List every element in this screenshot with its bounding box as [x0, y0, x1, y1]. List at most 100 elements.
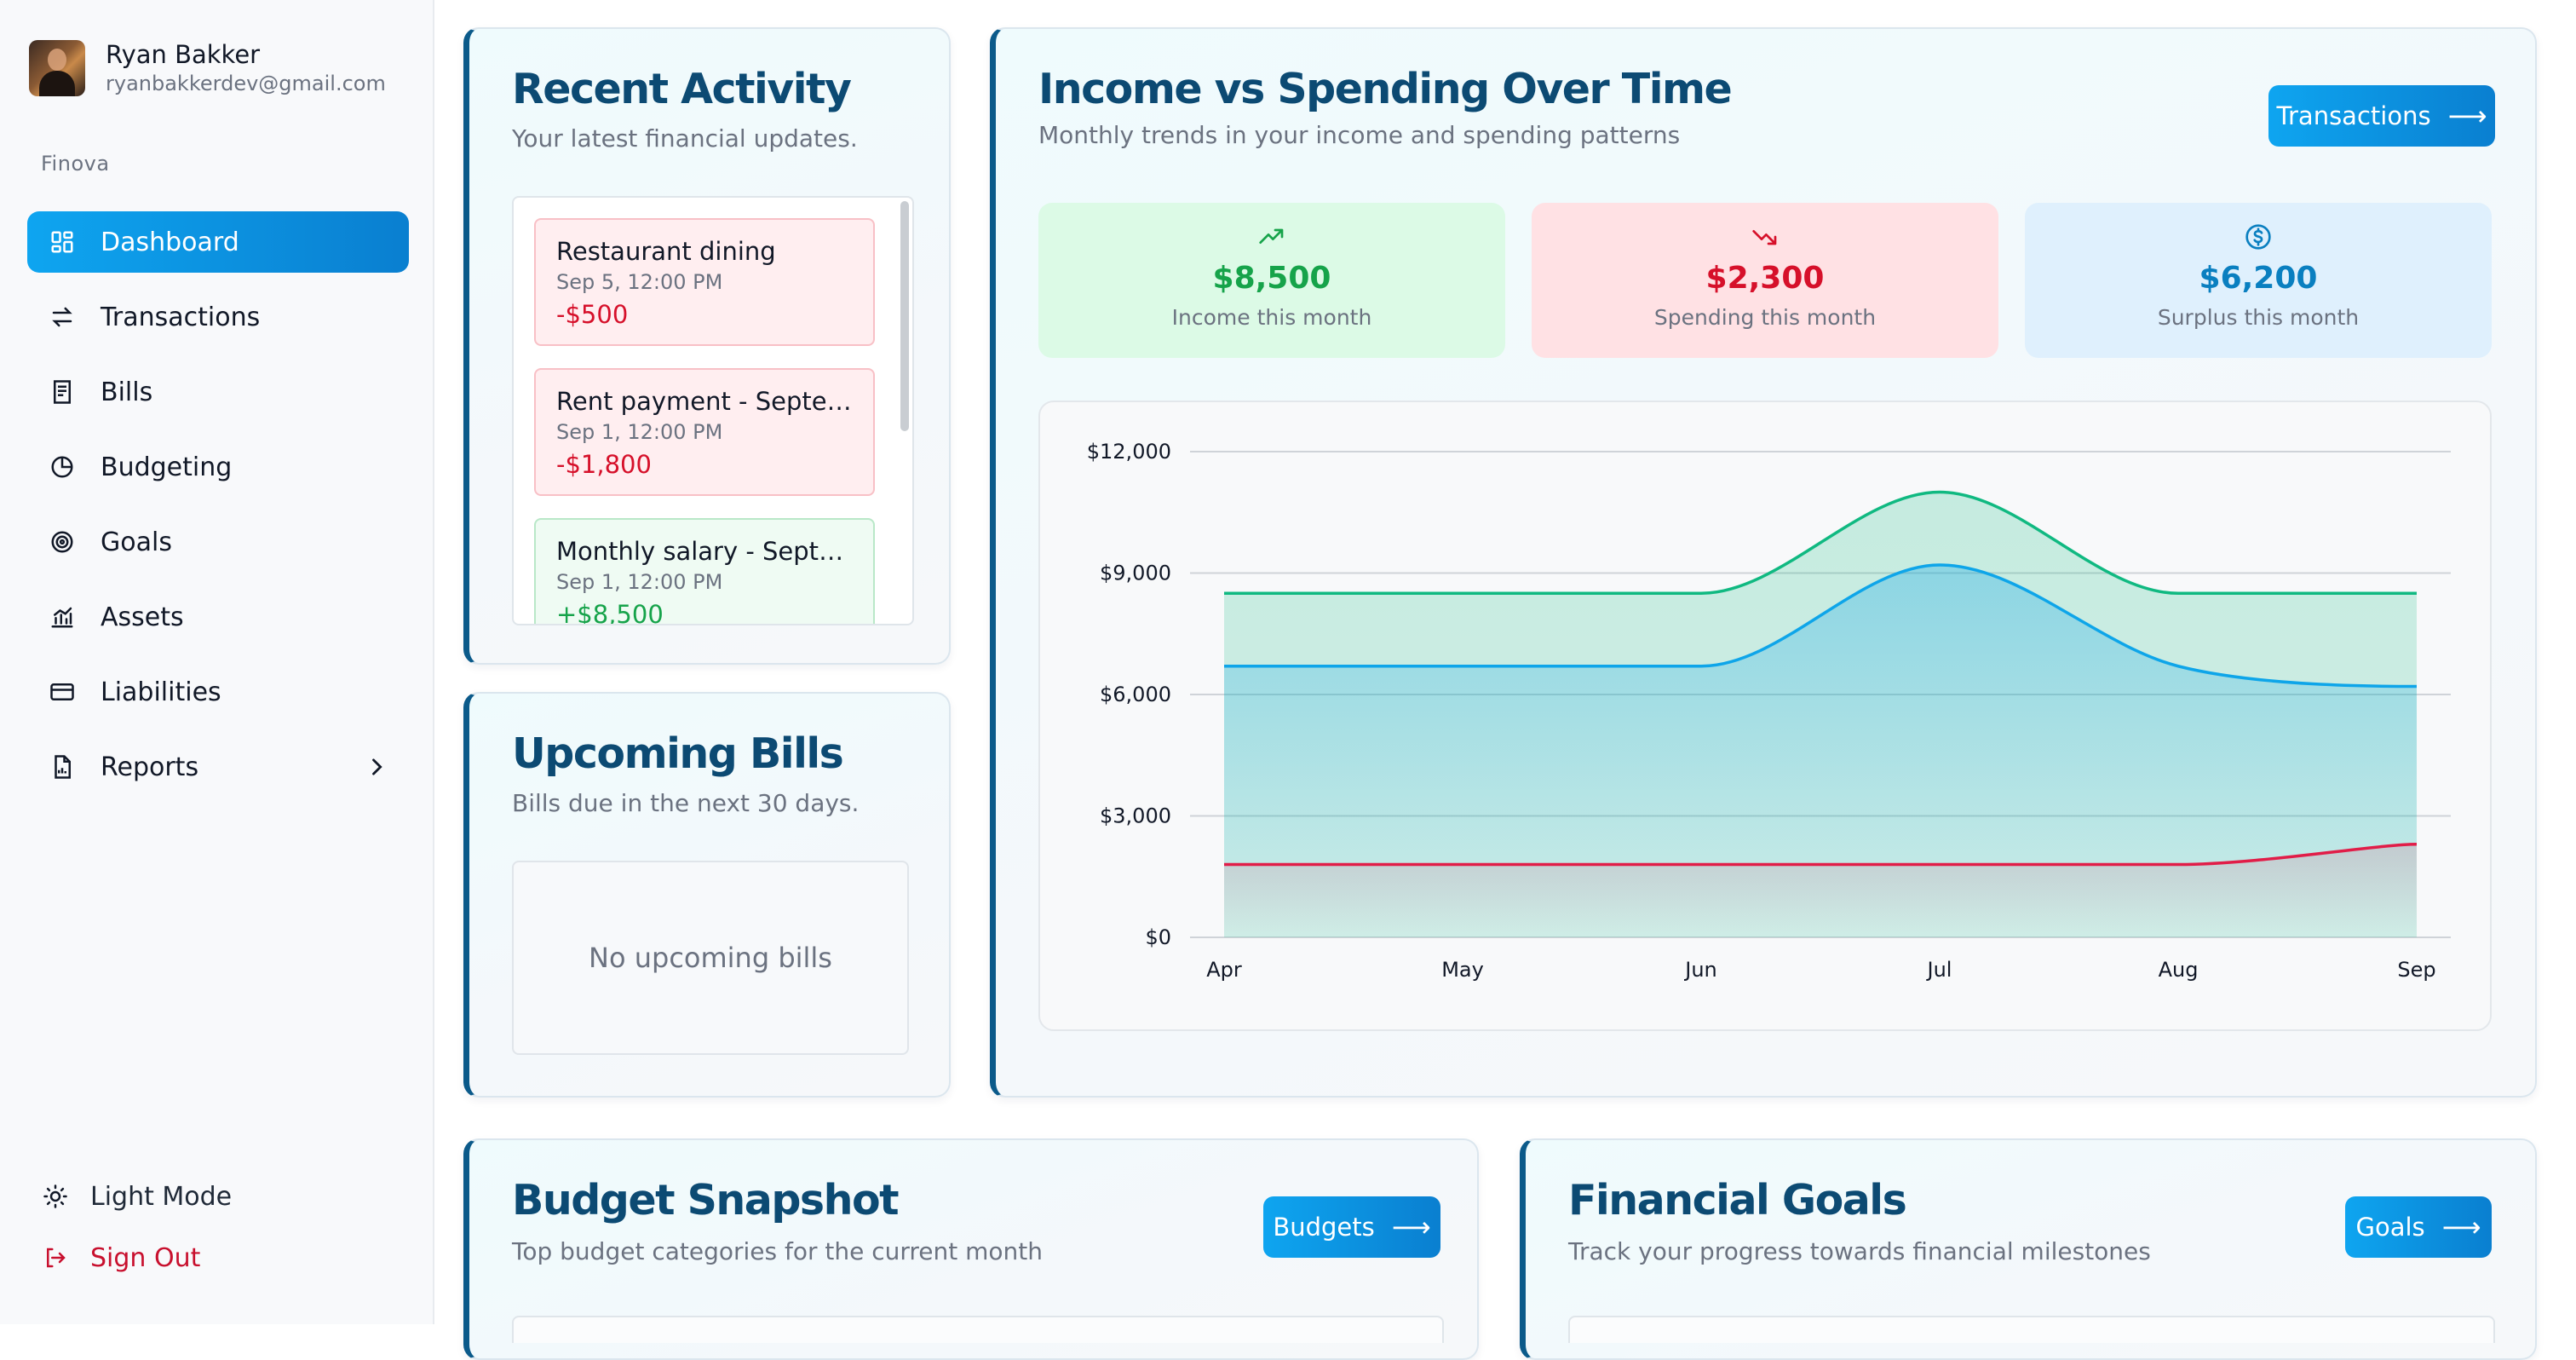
budgets-button-label: Budgets — [1273, 1213, 1375, 1242]
arrow-right-icon: ⟶ — [2447, 100, 2487, 132]
activity-title: Rent payment - Septem... — [556, 387, 853, 416]
sidebar-item-label: Reports — [101, 752, 199, 782]
income-stat: $8,500 Income this month — [1038, 203, 1505, 358]
sidebar-nav: Dashboard Transactions Bills Budgeting G… — [27, 211, 409, 811]
financial-goals-card: Financial Goals Track your progress towa… — [1520, 1138, 2537, 1360]
dollar-circle-icon — [2025, 220, 2492, 254]
sidebar-item-budgeting[interactable]: Budgeting — [27, 436, 409, 498]
activity-list[interactable]: Restaurant dining Sep 5, 12:00 PM -$500 … — [512, 196, 914, 625]
user-profile[interactable]: Ryan Bakker ryanbakkerdev@gmail.com — [29, 39, 386, 97]
x-tick-label: Aug — [2159, 958, 2199, 982]
y-tick-label: $9,000 — [1100, 562, 1171, 585]
recent-activity-title: Recent Activity — [512, 65, 852, 113]
scrollbar[interactable] — [900, 201, 909, 431]
arrow-right-icon: ⟶ — [2441, 1211, 2481, 1243]
x-tick-label: Jun — [1683, 958, 1717, 982]
arrow-right-icon: ⟶ — [1391, 1211, 1431, 1243]
credit-card-icon — [48, 677, 77, 706]
income-spending-title: Income vs Spending Over Time — [1038, 65, 1733, 113]
budget-snapshot-title: Budget Snapshot — [512, 1176, 900, 1225]
sign-out-label: Sign Out — [90, 1242, 201, 1273]
file-chart-icon — [48, 752, 77, 781]
light-mode-label: Light Mode — [90, 1181, 233, 1212]
brand-label: Finova — [41, 152, 110, 176]
sidebar-item-label: Bills — [101, 377, 153, 407]
spending-stat: $2,300 Spending this month — [1532, 203, 1998, 358]
sidebar-item-goals[interactable]: Goals — [27, 511, 409, 573]
x-tick-label: May — [1441, 958, 1484, 982]
trending-down-icon — [1532, 220, 1998, 254]
user-name: Ryan Bakker — [106, 40, 261, 69]
upcoming-bills-title: Upcoming Bills — [512, 729, 844, 778]
sidebar-item-transactions[interactable]: Transactions — [27, 286, 409, 348]
income-value: $8,500 — [1212, 261, 1331, 296]
financial-goals-title: Financial Goals — [1568, 1176, 1907, 1225]
light-mode-toggle[interactable]: Light Mode — [41, 1173, 232, 1220]
x-tick-label: Apr — [1206, 958, 1242, 982]
transactions-button-label: Transactions — [2276, 101, 2431, 130]
x-tick-label: Sep — [2397, 958, 2435, 982]
budget-snapshot-card: Budget Snapshot Top budget categories fo… — [463, 1138, 1479, 1360]
bar-chart-icon — [48, 602, 77, 631]
activity-title: Monthly salary - Septe... — [556, 537, 853, 566]
y-tick-label: $3,000 — [1100, 804, 1171, 828]
surplus-value: $6,200 — [2199, 261, 2318, 296]
chart-svg: $0 $3,000 $6,000 $9,000 $12,000 Apr May Jun Jul A… — [1087, 440, 2451, 982]
grid-icon — [48, 228, 77, 256]
sign-out-icon — [41, 1243, 70, 1272]
sidebar-item-assets[interactable]: Assets — [27, 586, 409, 648]
upcoming-bills-card: Upcoming Bills Bills due in the next 30 … — [463, 692, 951, 1098]
surplus-label: Surplus this month — [2157, 305, 2360, 330]
sidebar-item-label: Dashboard — [101, 227, 239, 257]
budget-snapshot-subtitle: Top budget categories for the current mo… — [512, 1237, 1044, 1265]
goals-list — [1568, 1316, 2495, 1343]
spending-label: Spending this month — [1653, 305, 1877, 330]
receipt-icon — [48, 377, 77, 406]
activity-date: Sep 1, 12:00 PM — [556, 570, 723, 594]
goals-button[interactable]: Goals ⟶ — [2345, 1196, 2492, 1258]
income-label: Income this month — [1171, 305, 1372, 330]
empty-state: No upcoming bills — [512, 861, 909, 1055]
activity-date: Sep 1, 12:00 PM — [556, 420, 723, 444]
target-icon — [48, 527, 77, 556]
list-item[interactable]: Rent payment - Septem... Sep 1, 12:00 PM… — [534, 368, 875, 496]
income-spending-subtitle: Monthly trends in your income and spendi… — [1038, 121, 1681, 149]
x-tick-label: Jul — [1926, 958, 1952, 982]
pie-chart-icon — [48, 452, 77, 481]
activity-amount: -$500 — [556, 300, 629, 329]
y-tick-label: $12,000 — [1087, 440, 1171, 464]
activity-amount: -$1,800 — [556, 450, 652, 479]
surplus-stat: $6,200 Surplus this month — [2025, 203, 2492, 358]
sidebar: Ryan Bakker ryanbakkerdev@gmail.com Fino… — [0, 0, 434, 1324]
activity-date: Sep 5, 12:00 PM — [556, 270, 723, 294]
sidebar-item-dashboard[interactable]: Dashboard — [27, 211, 409, 273]
budgets-button[interactable]: Budgets ⟶ — [1263, 1196, 1440, 1258]
sidebar-bottom: Light Mode Sign Out — [41, 1173, 232, 1295]
list-item[interactable]: Restaurant dining Sep 5, 12:00 PM -$500 — [534, 218, 875, 346]
list-item[interactable]: Monthly salary - Septe... Sep 1, 12:00 P… — [534, 518, 875, 625]
activity-amount: +$8,500 — [556, 600, 664, 625]
sidebar-item-reports[interactable]: Reports — [27, 736, 409, 798]
sign-out-button[interactable]: Sign Out — [41, 1234, 232, 1282]
recent-activity-card: Recent Activity Your latest financial up… — [463, 27, 951, 665]
recent-activity-subtitle: Your latest financial updates. — [512, 124, 858, 153]
sidebar-item-bills[interactable]: Bills — [27, 361, 409, 423]
sidebar-item-label: Transactions — [101, 302, 261, 332]
income-spending-chart: $0 $3,000 $6,000 $9,000 $12,000 Apr May Jun Jul A… — [1038, 401, 2492, 1031]
sidebar-item-liabilities[interactable]: Liabilities — [27, 661, 409, 723]
avatar — [29, 40, 85, 96]
sidebar-item-label: Liabilities — [101, 677, 221, 707]
transactions-button[interactable]: Transactions ⟶ — [2268, 85, 2495, 147]
upcoming-bills-subtitle: Bills due in the next 30 days. — [512, 789, 860, 817]
sidebar-item-label: Goals — [101, 527, 172, 557]
budget-list — [512, 1316, 1444, 1343]
income-spending-card: Income vs Spending Over Time Monthly tre… — [990, 27, 2537, 1098]
arrows-swap-icon — [48, 303, 77, 331]
y-tick-label: $6,000 — [1100, 683, 1171, 706]
activity-title: Restaurant dining — [556, 237, 776, 266]
spending-value: $2,300 — [1705, 261, 1825, 296]
sidebar-item-label: Assets — [101, 602, 184, 632]
trending-up-icon — [1038, 220, 1505, 254]
y-tick-label: $0 — [1145, 925, 1171, 949]
chevron-right-icon[interactable] — [365, 755, 388, 786]
